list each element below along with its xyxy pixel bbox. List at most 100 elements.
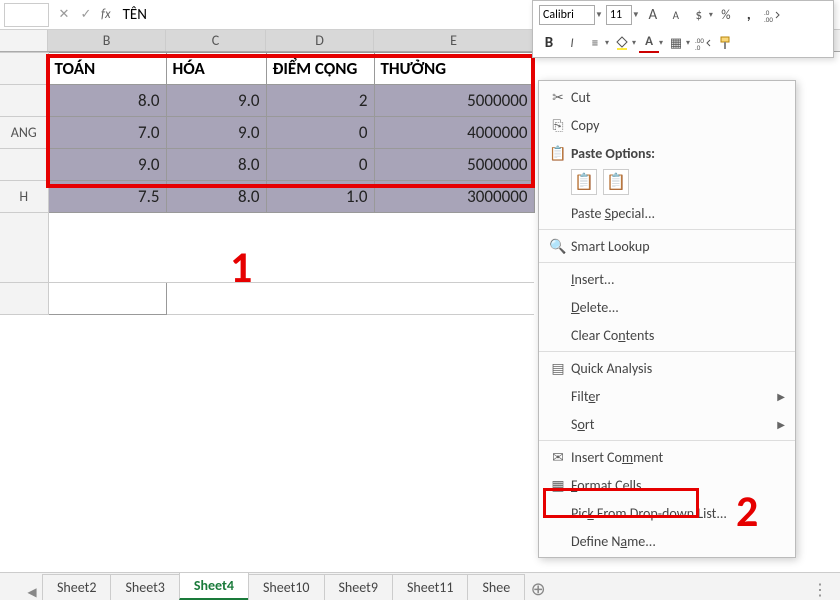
select-all-corner[interactable] — [0, 30, 48, 51]
menu-item-delete[interactable]: Delete... — [539, 293, 795, 321]
menu-item-insert-comment[interactable]: ✉Insert Comment — [539, 443, 795, 471]
sheet-tab[interactable]: Sheet3 — [110, 574, 179, 600]
row-header[interactable]: ANG — [0, 117, 48, 149]
menu-item-smart-lookup[interactable]: 🔍Smart Lookup — [539, 232, 795, 260]
row-header[interactable] — [0, 85, 48, 117]
sheet-tab[interactable]: Sheet10 — [248, 574, 325, 600]
row-header[interactable]: H — [0, 181, 48, 213]
row-header[interactable] — [0, 213, 48, 283]
sheet-tab[interactable]: Shee — [467, 574, 525, 600]
copy-icon: ⎘ — [545, 117, 571, 134]
data-cell[interactable]: 9.0 — [166, 85, 266, 117]
header-cell[interactable]: TOÁN — [48, 53, 166, 85]
menu-item-filter[interactable]: Filter▶ — [539, 382, 795, 410]
font-family-input[interactable] — [539, 5, 595, 25]
sheet-tabs: ◀ Sheet2 Sheet3 Sheet4 Sheet10 Sheet9 Sh… — [0, 572, 840, 600]
chevron-down-icon[interactable]: ▾ — [709, 10, 713, 20]
italic-button[interactable]: I — [562, 33, 582, 53]
increase-decimal-icon[interactable]: .0.00 — [762, 5, 782, 25]
font-size-input[interactable] — [606, 5, 632, 25]
chevron-down-icon[interactable]: ▾ — [686, 38, 690, 48]
comma-button[interactable]: , — [739, 5, 759, 25]
chevron-right-icon: ▶ — [777, 390, 785, 403]
increase-font-button[interactable]: A — [643, 5, 663, 25]
data-cell[interactable]: 5000000 — [374, 85, 534, 117]
menu-item-copy[interactable]: ⎘Copy — [539, 111, 795, 139]
format-painter-button[interactable] — [716, 33, 736, 53]
menu-item-sort[interactable]: Sort▶ — [539, 410, 795, 438]
decrease-decimal-icon[interactable]: .00.0 — [693, 33, 713, 53]
format-icon: ▦ — [545, 477, 571, 494]
confirm-button[interactable]: ✓ — [75, 7, 97, 22]
chevron-down-icon[interactable]: ▼ — [595, 10, 603, 20]
header-cell[interactable]: ĐIỂM CỘNG — [266, 53, 374, 85]
menu-item-insert[interactable]: Insert... — [539, 265, 795, 293]
border-button[interactable]: ▦ — [666, 33, 686, 53]
data-cell[interactable]: 7.5 — [48, 181, 166, 213]
analysis-icon: ▤ — [545, 360, 571, 377]
sheet-tab[interactable]: Sheet9 — [324, 574, 393, 600]
data-cell[interactable]: 0 — [266, 117, 374, 149]
data-cell[interactable]: 9.0 — [48, 149, 166, 181]
menu-item-clear[interactable]: Clear Contents — [539, 321, 795, 349]
sheet-tab[interactable]: Sheet4 — [179, 572, 249, 600]
header-cell[interactable]: THƯỞNG — [374, 53, 534, 85]
chevron-down-icon[interactable]: ▼ — [632, 10, 640, 20]
menu-item-cut[interactable]: ✂Cut — [539, 83, 795, 111]
name-box[interactable] — [4, 3, 49, 27]
column-header[interactable]: E — [374, 30, 534, 51]
row-header[interactable] — [0, 53, 48, 85]
table-row — [0, 283, 534, 315]
row-header[interactable] — [0, 283, 48, 315]
cancel-button[interactable]: ✕ — [53, 7, 75, 22]
sheet-tab[interactable]: Sheet11 — [392, 574, 469, 600]
tab-nav-prev[interactable]: ◀ — [22, 585, 42, 600]
sheet-tab[interactable]: Sheet2 — [42, 574, 111, 600]
paste-option-button[interactable]: 📋 — [603, 169, 629, 195]
decrease-font-button[interactable]: A — [666, 5, 686, 25]
menu-item-quick-analysis[interactable]: ▤Quick Analysis — [539, 354, 795, 382]
data-cell[interactable]: 4000000 — [374, 117, 534, 149]
percent-button[interactable]: % — [716, 5, 736, 25]
tab-more-button[interactable]: ⋮ — [800, 580, 840, 600]
chevron-down-icon[interactable]: ▾ — [632, 38, 636, 48]
menu-item-paste-special[interactable]: Paste Special... — [539, 199, 795, 227]
scissors-icon: ✂ — [545, 89, 571, 106]
paste-option-button[interactable]: 📋 — [571, 169, 597, 195]
data-cell[interactable]: 5000000 — [374, 149, 534, 181]
clipboard-icon: 📋 — [545, 145, 571, 162]
annotation-label: 2 — [736, 484, 758, 538]
chevron-down-icon[interactable]: ▾ — [605, 38, 609, 48]
column-header[interactable]: B — [48, 30, 166, 51]
fill-color-button[interactable] — [612, 33, 632, 53]
data-cell[interactable]: 8.0 — [48, 85, 166, 117]
currency-button[interactable]: $ — [689, 5, 709, 25]
data-cell[interactable] — [48, 283, 166, 315]
data-cell[interactable]: 1.0 — [266, 181, 374, 213]
data-cell[interactable]: 8.0 — [166, 181, 266, 213]
data-cell[interactable]: 8.0 — [166, 149, 266, 181]
data-cell[interactable]: 9.0 — [166, 117, 266, 149]
table-row: TOÁN HÓA ĐIỂM CỘNG THƯỞNG — [0, 53, 534, 85]
data-cell[interactable]: 2 — [266, 85, 374, 117]
column-header[interactable]: D — [266, 30, 374, 51]
data-cell[interactable]: 7.0 — [48, 117, 166, 149]
svg-text:.0: .0 — [695, 43, 701, 50]
font-color-button[interactable]: A — [639, 33, 659, 53]
table-row: 9.0 8.0 0 5000000 — [0, 149, 534, 181]
annotation-label: 1 — [230, 240, 252, 294]
chevron-down-icon[interactable]: ▾ — [659, 38, 663, 48]
data-cell[interactable]: 3000000 — [374, 181, 534, 213]
menu-item-paste-options: 📋Paste Options: — [539, 139, 795, 167]
comment-icon: ✉ — [545, 449, 571, 466]
row-header[interactable] — [0, 149, 48, 181]
add-sheet-button[interactable]: ⊕ — [524, 578, 552, 600]
column-header[interactable]: C — [166, 30, 266, 51]
bold-button[interactable]: B — [539, 33, 559, 53]
svg-text:.00: .00 — [764, 15, 773, 22]
table-row — [0, 213, 534, 283]
fx-label: fx — [101, 7, 111, 22]
align-button[interactable]: ≡ — [585, 33, 605, 53]
header-cell[interactable]: HÓA — [166, 53, 266, 85]
data-cell[interactable]: 0 — [266, 149, 374, 181]
